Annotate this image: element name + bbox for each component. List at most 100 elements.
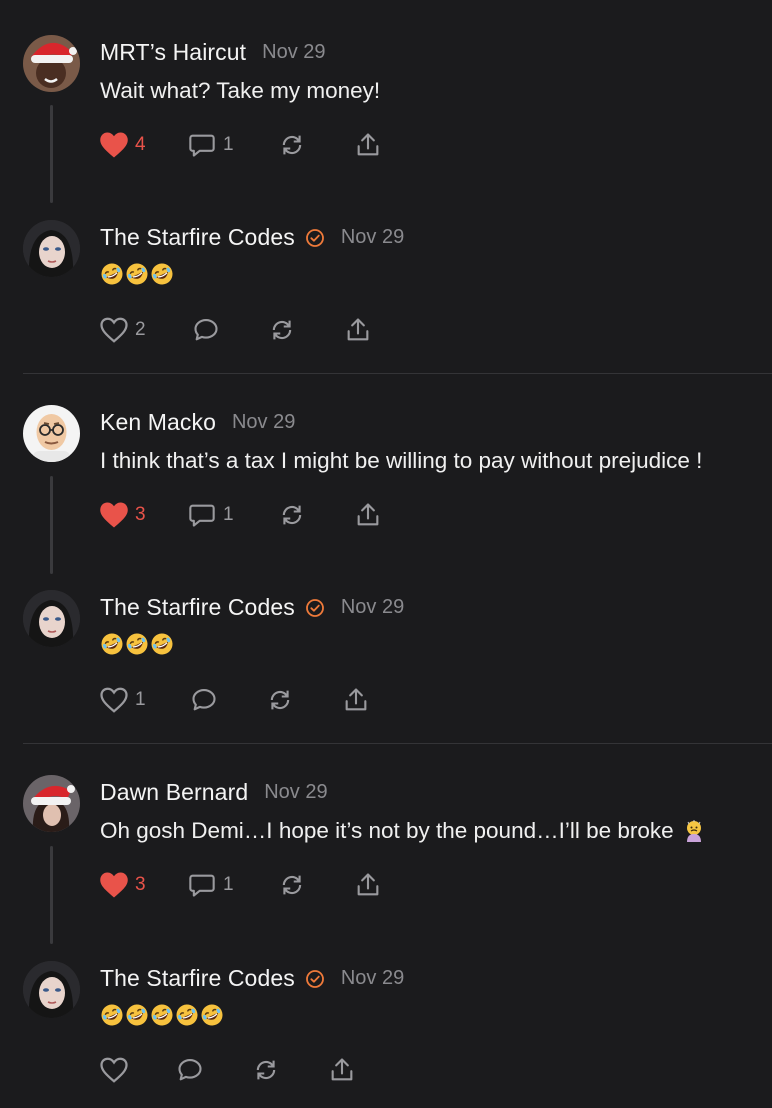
avatar[interactable] [23,775,80,832]
comment-actions: 2 [99,315,383,345]
reply-button[interactable] [189,685,265,715]
comment-text-wrap: Oh gosh Demi…I hope it’s not by the poun… [100,818,706,844]
heart-outline-icon [100,317,128,343]
author-name[interactable]: Dawn Bernard [100,779,248,806]
share-button[interactable] [353,870,393,900]
restack-button[interactable] [267,315,343,345]
share-button[interactable] [341,685,381,715]
rolling-on-floor-laughing-icon [101,1004,123,1026]
avatar[interactable] [23,405,80,462]
reply-button[interactable]: 1 [187,870,277,900]
author-name[interactable]: Ken Macko [100,409,216,436]
reply-button[interactable] [191,315,267,345]
comment-icon [194,319,218,341]
share-button[interactable] [327,1055,367,1085]
rolling-on-floor-laughing-icon [126,1004,148,1026]
share-icon [345,688,367,711]
woman-portrait-avatar-icon [23,961,80,1018]
author-name[interactable]: The Starfire Codes [100,594,295,621]
share-button[interactable] [343,315,383,345]
heart-filled-icon [100,502,128,528]
comment-icon [189,874,215,897]
comment-date[interactable]: Nov 29 [232,411,295,434]
emoji-row [100,632,174,656]
comment-feed: MRT’s Haircut Nov 29 Wait what? Take my … [0,0,772,1108]
restack-button[interactable] [265,685,341,715]
like-button[interactable]: 1 [99,685,189,715]
comment-date[interactable]: Nov 29 [341,967,404,990]
share-icon [331,1058,353,1081]
comment-icon [178,1059,202,1081]
comment-date[interactable]: Nov 29 [341,596,404,619]
restack-button[interactable] [251,1055,327,1085]
emoji-row [100,262,174,286]
like-button[interactable]: 4 [99,130,187,160]
rolling-on-floor-laughing-icon [126,263,148,285]
author-name[interactable]: MRT’s Haircut [100,39,246,66]
person-crying-icon [682,819,706,843]
share-button[interactable] [353,130,393,160]
thread-line [50,846,53,944]
avatar[interactable] [23,961,80,1018]
thread-line [50,105,53,203]
comment-icon [189,134,215,157]
like-button[interactable] [99,1055,175,1085]
woman-portrait-avatar-icon [23,220,80,277]
reply-count: 1 [223,134,234,155]
reply-button[interactable] [175,1055,251,1085]
verified-badge-icon [305,598,325,618]
like-button[interactable]: 2 [99,315,191,345]
reply-count: 1 [223,874,234,895]
comment-date[interactable]: Nov 29 [264,781,327,804]
rolling-on-floor-laughing-icon [151,633,173,655]
share-icon [357,873,379,896]
comment-text: I think that’s a tax I might be willing … [100,448,703,473]
comment-actions: 3 1 [99,500,393,530]
restack-icon [256,1060,276,1080]
like-button[interactable]: 3 [99,500,187,530]
avatar[interactable] [23,220,80,277]
share-button[interactable] [353,500,393,530]
restack-icon [272,320,292,340]
restack-button[interactable] [277,870,353,900]
avatar[interactable] [23,590,80,647]
emoji-row [100,1003,224,1027]
verified-badge-icon [305,969,325,989]
heart-outline-icon [100,687,128,713]
rolling-on-floor-laughing-icon [101,633,123,655]
share-icon [357,133,379,156]
reply-button[interactable]: 1 [187,130,277,160]
heart-filled-icon [100,872,128,898]
like-count: 1 [135,689,146,710]
thread-line [50,476,53,574]
reply-button[interactable]: 1 [187,500,277,530]
rolling-on-floor-laughing-icon [151,263,173,285]
comment-text: Oh gosh Demi…I hope it’s not by the poun… [100,818,674,843]
comment-date[interactable]: Nov 29 [262,41,325,64]
author-name[interactable]: The Starfire Codes [100,224,295,251]
comment-date[interactable]: Nov 29 [341,226,404,249]
comment-text: Wait what? Take my money! [100,78,381,103]
like-count: 3 [135,874,146,895]
rolling-on-floor-laughing-icon [176,1004,198,1026]
santa-hat-avatar-icon [23,35,80,92]
rolling-on-floor-laughing-icon [201,1004,223,1026]
rolling-on-floor-laughing-icon [101,263,123,285]
reply-count: 1 [223,504,234,525]
comment-icon [192,689,216,711]
author-name[interactable]: The Starfire Codes [100,965,295,992]
restack-icon [282,505,302,525]
comment-actions [99,1055,367,1085]
like-button[interactable]: 3 [99,870,187,900]
cartoon-man-glasses-avatar-icon [23,405,80,462]
like-count: 3 [135,504,146,525]
avatar[interactable] [23,35,80,92]
rolling-on-floor-laughing-icon [126,633,148,655]
heart-filled-icon [100,132,128,158]
comment-actions: 4 1 [99,130,393,160]
restack-button[interactable] [277,500,353,530]
restack-button[interactable] [277,130,353,160]
divider [23,743,772,744]
santa-hat-woman-avatar-icon [23,775,80,832]
divider [23,373,772,374]
